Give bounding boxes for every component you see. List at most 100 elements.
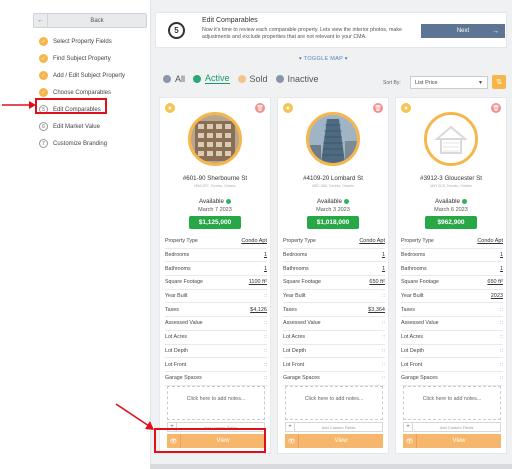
check-icon: ✓	[39, 88, 48, 97]
step-customize-branding[interactable]: 7 Customize Branding	[39, 135, 125, 152]
comparable-card: ★ 🗑 #3912-3 Gloucester St M4Y 0C5, Toron…	[395, 97, 507, 454]
listing-date: March 6 2023	[434, 207, 468, 213]
price-badge: $1,018,000	[307, 216, 359, 229]
field-row: Assessed Value::	[283, 317, 385, 331]
field-row: Year Built::	[283, 290, 385, 304]
field-row: Lot Acres::	[283, 331, 385, 345]
field-row: Bedrooms 1	[165, 249, 267, 263]
property-subtitle: M4Y 0C5, Toronto, Ontario	[430, 184, 472, 188]
star-icon[interactable]: ★	[283, 103, 293, 113]
toggle-map-link[interactable]: ▾ TOGGLE MAP ▾	[299, 56, 348, 62]
property-address: #601-90 Sherbourne St	[182, 175, 248, 182]
step-number-circle: 5	[168, 22, 185, 39]
page-title: Edit Comparables	[202, 17, 258, 24]
wizard-steps: ✓ Select Property Fields ✓ Find Subject …	[39, 33, 125, 152]
property-address: #4109-20 Lombard St	[303, 175, 363, 182]
comparable-card: ★ 🗑 #4109-20 Lombard St M5C 0A8, Toronto…	[277, 97, 389, 454]
field-row: Taxes::	[401, 303, 503, 318]
step-number-badge: 7	[39, 139, 48, 148]
caret-down-icon: ▼	[478, 79, 483, 86]
check-icon: ✓	[39, 71, 48, 80]
notes-area[interactable]: Click here to add notes...	[285, 386, 383, 420]
field-row: Year Built 2023	[401, 290, 503, 304]
field-row: Square Footage 1100 ft²	[165, 276, 267, 290]
field-row: Garage Spaces::	[283, 372, 385, 386]
field-row: Lot Acres::	[165, 331, 267, 345]
star-icon[interactable]: ★	[165, 103, 175, 113]
notes-area[interactable]: Click here to add notes...	[403, 386, 501, 420]
status-dot-icon	[462, 198, 467, 204]
step-find-subject-property[interactable]: ✓ Find Subject Property	[39, 50, 125, 67]
filter-active[interactable]: Active	[193, 73, 230, 84]
field-row: Year Built::	[165, 290, 267, 304]
property-address: #3912-3 Gloucester St	[420, 175, 482, 182]
field-row: Assessed Value::	[401, 317, 503, 331]
comparable-card: ★ 🗑 #601-90 Sherbourne St M5A 2R7, Toron…	[159, 97, 271, 454]
field-row: Lot Depth::	[165, 345, 267, 359]
field-row: Bathrooms 1	[401, 262, 503, 277]
step-number-badge: 6	[39, 122, 48, 131]
add-custom-fields-button[interactable]: + Add Custom Fields	[403, 422, 501, 432]
filter-dot-icon	[163, 74, 171, 83]
field-row: Bathrooms 1	[283, 262, 385, 277]
price-badge: $962,900	[425, 216, 477, 229]
step-select-property-fields[interactable]: ✓ Select Property Fields	[39, 33, 125, 50]
availability-status: Available	[278, 198, 388, 205]
field-row: Square Footage 650 ft²	[283, 276, 385, 290]
view-button[interactable]: 👁 View	[403, 434, 501, 448]
filter-sold[interactable]: Sold	[237, 74, 268, 84]
price-badge: $1,125,000	[189, 216, 241, 229]
step-add-edit-subject-property[interactable]: ✓ Add / Edit Subject Property	[39, 67, 125, 84]
arrow-right-icon: →	[492, 27, 499, 35]
field-row: Property Type Condo Apt	[165, 235, 267, 249]
trash-icon[interactable]: 🗑	[491, 103, 501, 113]
notes-area[interactable]: Click here to add notes...	[167, 386, 265, 420]
status-dot-icon	[226, 198, 231, 204]
star-icon[interactable]: ★	[401, 103, 411, 113]
property-photo[interactable]	[306, 112, 360, 166]
sort-icon: ⇅	[496, 79, 502, 86]
property-subtitle: M5C 0A8, Toronto, Ontario	[312, 184, 354, 188]
field-row: Taxes $3,364	[283, 303, 385, 318]
horizontal-scrollbar[interactable]	[150, 464, 512, 469]
availability-status: Available	[160, 198, 270, 205]
filter-inactive[interactable]: Inactive	[275, 74, 319, 84]
status-filters: All Active Sold Inactive	[163, 73, 327, 84]
field-row: Lot Front::	[283, 358, 385, 372]
main-panel: 5 Edit Comparables Now it's time to revi…	[150, 0, 512, 469]
field-row: Taxes $4,126	[165, 303, 267, 318]
field-row: Garage Spaces::	[401, 372, 503, 386]
property-photo[interactable]	[424, 112, 478, 166]
page-description: Now it's time to review each comparable …	[202, 27, 402, 40]
highlight-box-view-button	[154, 428, 266, 453]
field-row: Lot Front::	[165, 358, 267, 372]
arrow-left-icon: ←	[34, 14, 48, 27]
sort-by-label: Sort By:	[383, 80, 401, 86]
back-button[interactable]: ← Back	[33, 13, 147, 28]
view-button[interactable]: 👁 View	[285, 434, 383, 448]
add-custom-fields-button[interactable]: + Add Custom Fields	[285, 422, 383, 432]
check-icon: ✓	[39, 37, 48, 46]
availability-status: Available	[396, 198, 506, 205]
trash-icon[interactable]: 🗑	[255, 103, 265, 113]
property-fields: Property Type Condo Apt Bedrooms 1 Bathroo…	[165, 235, 267, 386]
property-photo[interactable]	[188, 112, 242, 166]
next-button[interactable]: Next →	[421, 24, 505, 38]
field-row: Garage Spaces::	[165, 372, 267, 386]
back-label: Back	[90, 17, 104, 24]
field-row: Lot Depth::	[283, 345, 385, 359]
filter-dot-icon	[275, 74, 284, 83]
sort-select[interactable]: List Price ▼	[410, 76, 488, 89]
field-row: Assessed Value::	[165, 317, 267, 331]
property-fields: Property Type Condo Apt Bedrooms 1 Bathroo…	[283, 235, 385, 386]
filter-all[interactable]: All	[163, 74, 185, 84]
listing-date: March 3 2023	[316, 207, 350, 213]
filter-dot-icon	[237, 74, 246, 83]
house-placeholder-icon	[427, 115, 475, 163]
sort-direction-button[interactable]: ⇅	[492, 75, 506, 89]
step-edit-market-value[interactable]: 6 Edit Market Value	[39, 118, 125, 135]
filter-dot-icon	[193, 74, 202, 83]
trash-icon[interactable]: 🗑	[373, 103, 383, 113]
listing-date: March 7 2023	[198, 207, 232, 213]
plus-icon: +	[286, 423, 295, 431]
